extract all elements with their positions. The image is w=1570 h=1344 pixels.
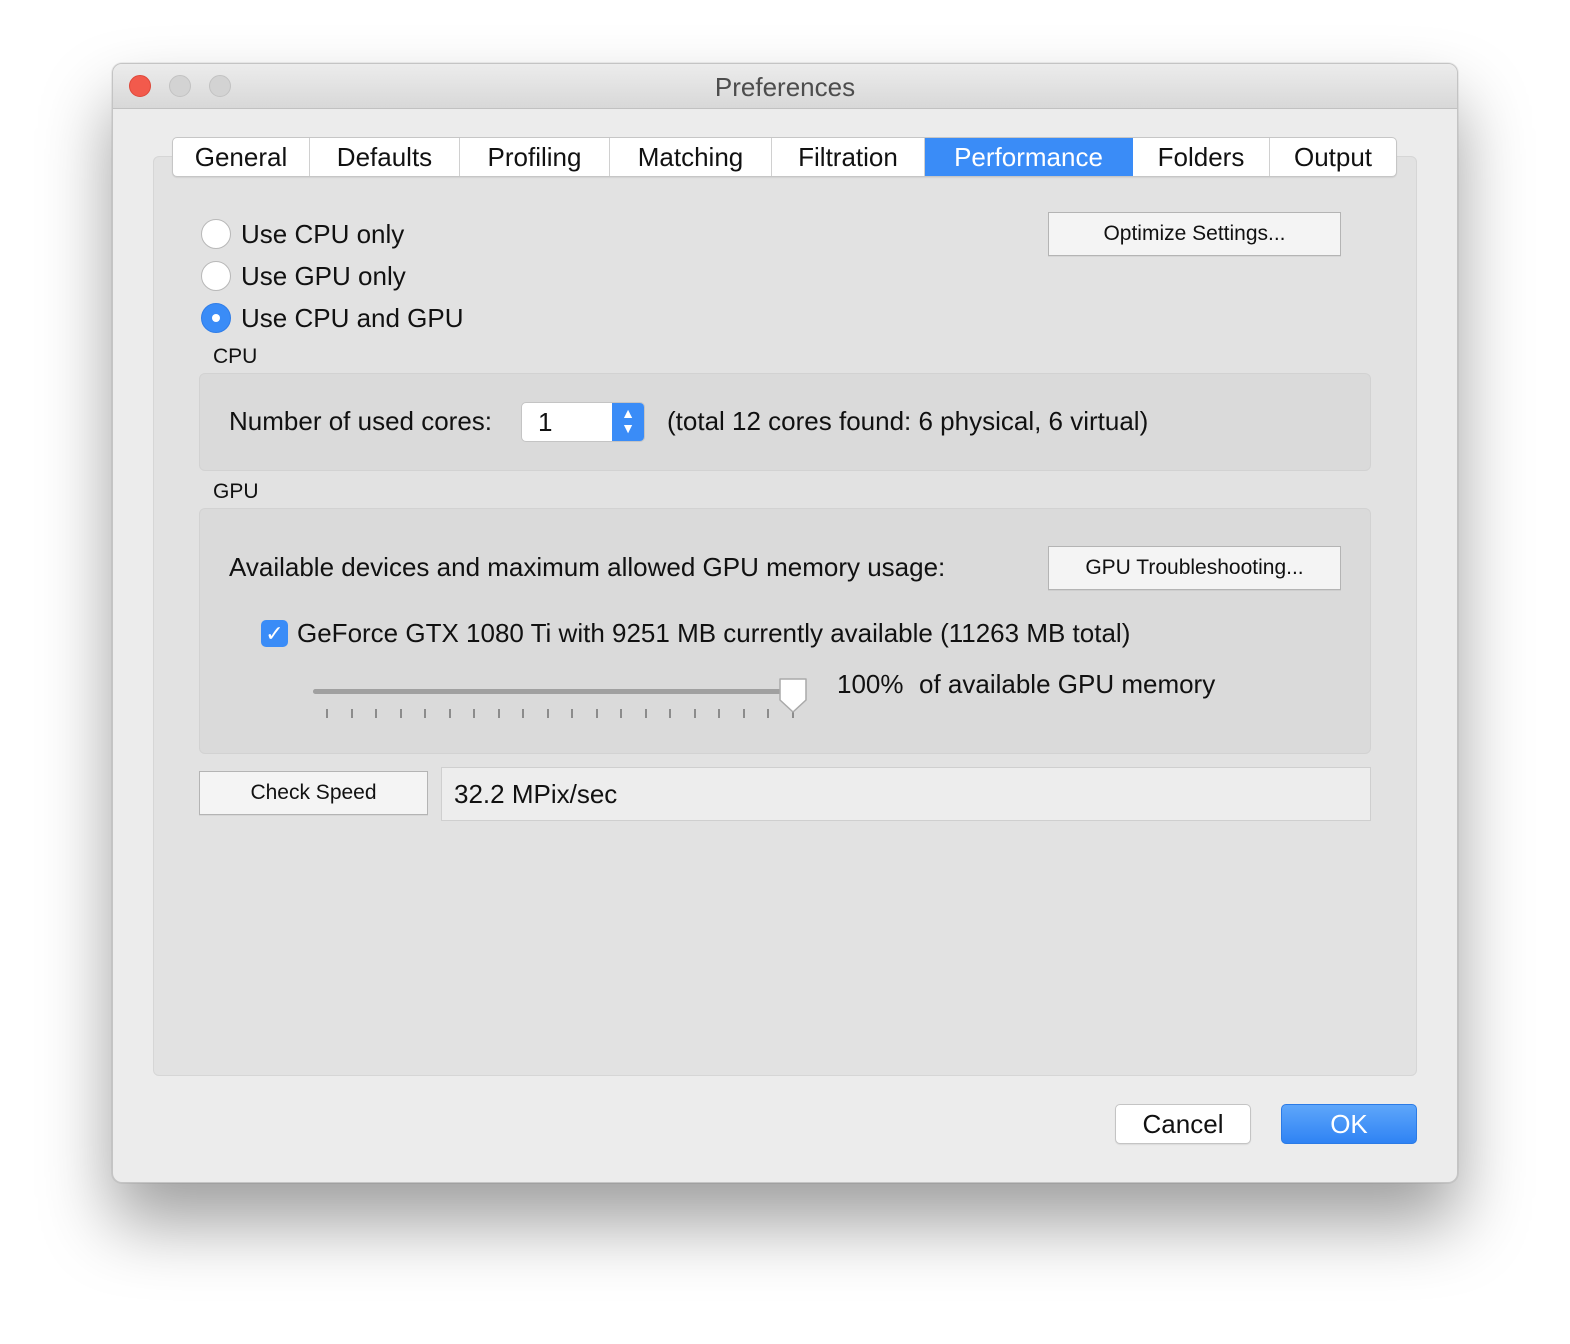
tab-profiling[interactable]: Profiling	[460, 138, 610, 176]
gpu-device-checkbox[interactable]: ✓	[261, 620, 288, 647]
checkmark-icon: ✓	[265, 621, 284, 646]
radio-cpu-and-gpu-label: Use CPU and GPU	[241, 302, 464, 333]
tab-general[interactable]: General	[173, 138, 310, 176]
slider-tick	[424, 709, 427, 718]
radio-gpu-only-label: Use GPU only	[241, 260, 406, 291]
slider-tick	[375, 709, 378, 718]
gpu-device-label: GeForce GTX 1080 Ti with 9251 MB current…	[297, 618, 1131, 648]
cores-stepper[interactable]: 1 ▲ ▼	[521, 402, 645, 442]
tab-folders[interactable]: Folders	[1133, 138, 1270, 176]
slider-tick	[620, 709, 623, 718]
slider-tick	[669, 709, 672, 718]
gpu-memory-suffix: of available GPU memory	[919, 669, 1216, 699]
slider-tick	[399, 709, 402, 718]
tab-matching[interactable]: Matching	[610, 138, 772, 176]
stepper-arrows[interactable]: ▲ ▼	[612, 403, 644, 441]
slider-tick	[693, 709, 696, 718]
chevron-down-icon[interactable]: ▼	[612, 421, 644, 436]
cores-info: (total 12 cores found: 6 physical, 6 vir…	[667, 406, 1149, 436]
radio-gpu-only-circle[interactable]	[201, 261, 231, 291]
slider-tick	[767, 709, 770, 718]
radio-cpu-only[interactable]: Use CPU only	[201, 217, 404, 251]
cancel-button[interactable]: Cancel	[1115, 1104, 1251, 1144]
slider-tick	[571, 709, 574, 718]
slider-tick	[595, 709, 598, 718]
radio-gpu-only[interactable]: Use GPU only	[201, 259, 406, 293]
gpu-memory-percent: 100%	[837, 669, 904, 699]
slider-tick	[448, 709, 451, 718]
slider-tick	[522, 709, 525, 718]
cpu-section-label: CPU	[213, 345, 258, 368]
radio-cpu-and-gpu-circle[interactable]	[201, 303, 231, 333]
chevron-up-icon[interactable]: ▲	[612, 406, 644, 421]
slider-tick	[326, 709, 328, 718]
window-title: Preferences	[714, 72, 856, 102]
tab-performance[interactable]: Performance	[925, 138, 1133, 176]
tab-output[interactable]: Output	[1270, 138, 1396, 176]
gpu-memory-slider-thumb[interactable]	[777, 676, 809, 714]
speed-result-field: 32.2 MPix/sec	[441, 767, 1371, 821]
optimize-settings-button[interactable]: Optimize Settings...	[1048, 212, 1341, 256]
gpu-troubleshooting-button[interactable]: GPU Troubleshooting...	[1048, 546, 1341, 590]
slider-tick	[742, 709, 745, 718]
slider-tick	[497, 709, 500, 718]
radio-cpu-only-circle[interactable]	[201, 219, 231, 249]
gpu-memory-slider-fill	[313, 689, 793, 694]
preferences-window: Preferences General Defaults Profiling M…	[112, 63, 1458, 1183]
slider-tick	[350, 709, 353, 718]
tab-filtration[interactable]: Filtration	[772, 138, 925, 176]
gpu-devices-label: Available devices and maximum allowed GP…	[229, 552, 946, 582]
slider-tick	[718, 709, 721, 718]
slider-tick	[644, 709, 647, 718]
ok-button[interactable]: OK	[1281, 1104, 1417, 1144]
cores-value: 1	[538, 407, 553, 437]
check-speed-button[interactable]: Check Speed	[199, 771, 428, 815]
cores-label: Number of used cores:	[229, 406, 493, 436]
speed-result-text: 32.2 MPix/sec	[454, 779, 618, 809]
gpu-memory-slider-track[interactable]	[313, 689, 793, 694]
tab-bar: General Defaults Profiling Matching Filt…	[172, 137, 1397, 177]
radio-cpu-and-gpu[interactable]: Use CPU and GPU	[201, 301, 464, 335]
radio-cpu-only-label: Use CPU only	[241, 218, 405, 249]
title-bar: Preferences	[113, 64, 1457, 109]
tab-defaults[interactable]: Defaults	[310, 138, 460, 176]
slider-tick	[473, 709, 476, 718]
gpu-section-label: GPU	[213, 480, 259, 503]
slider-tick	[546, 709, 549, 718]
